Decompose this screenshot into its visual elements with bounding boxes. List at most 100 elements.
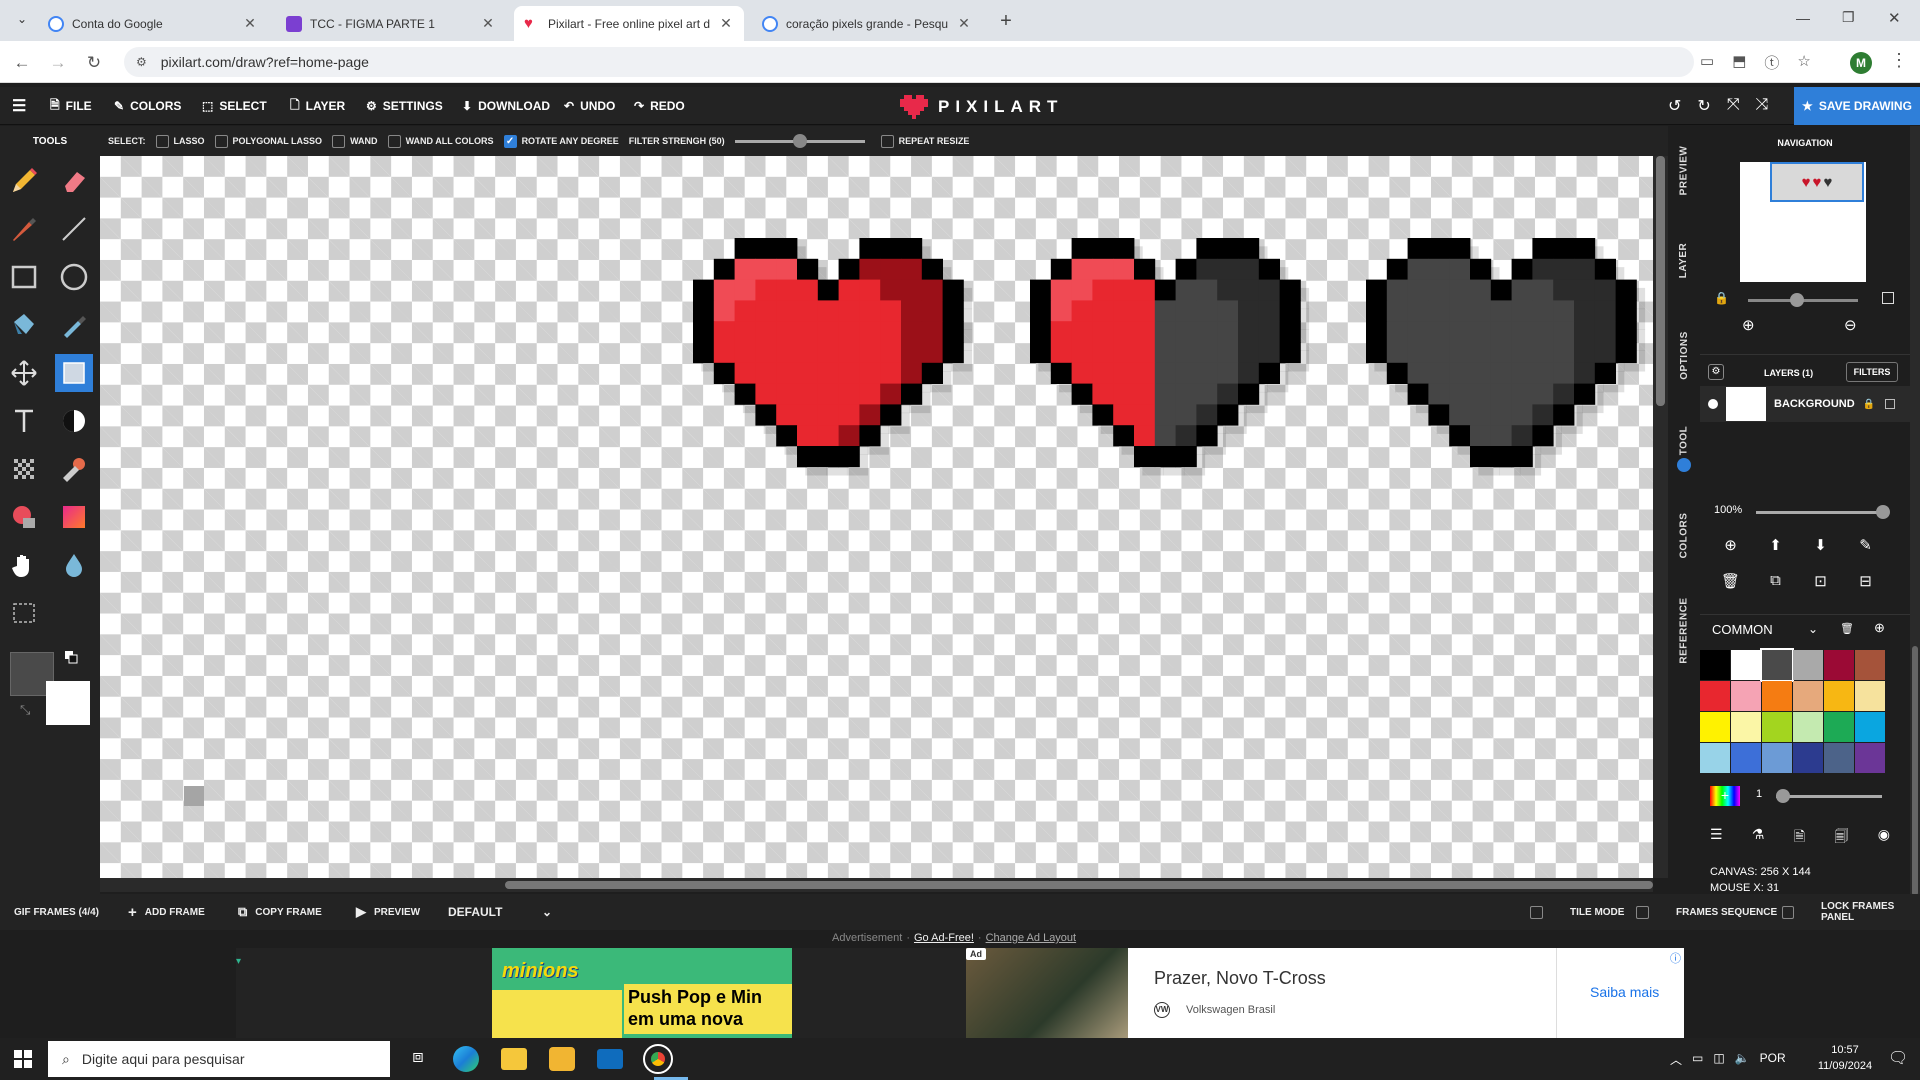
gif-frames-label[interactable]: GIF FRAMES (4/4) [14, 907, 99, 918]
network-icon[interactable]: ◫ [1713, 1051, 1724, 1068]
close-icon[interactable]: ✕ [480, 15, 496, 32]
palette-swatch[interactable] [1793, 743, 1823, 773]
wand-all-colors-checkbox[interactable] [387, 134, 401, 148]
eyedropper-tool[interactable] [55, 306, 93, 344]
layer-opacity-slider[interactable] [1756, 505, 1890, 519]
repeat-resize-option[interactable]: REPEAT RESIZE [880, 134, 969, 148]
restore-button[interactable]: ❐ [1842, 9, 1855, 26]
copy-frame-button[interactable]: ⧉ COPY FRAME [238, 904, 322, 920]
select-tool-active[interactable] [55, 354, 93, 392]
stamp-tool[interactable] [55, 450, 93, 488]
palette-swatch[interactable] [1793, 681, 1823, 711]
forward-icon[interactable]: → [48, 53, 68, 73]
close-icon[interactable]: ✕ [718, 15, 734, 32]
palette-swatch[interactable] [1762, 743, 1792, 773]
close-window-button[interactable]: ✕ [1888, 9, 1901, 27]
install-icon[interactable]: ⬒ [1732, 52, 1746, 73]
palette-swatch[interactable] [1793, 650, 1823, 680]
move-tool[interactable] [5, 354, 43, 392]
shade-tool[interactable] [55, 402, 93, 440]
wand-checkbox[interactable] [332, 134, 346, 148]
crop-tool[interactable] [5, 594, 43, 632]
tab-layer[interactable]: LAYER [1668, 225, 1700, 295]
palette-swatch[interactable] [1793, 712, 1823, 742]
scroll-thumb[interactable] [1656, 156, 1665, 406]
menu-layer[interactable]: 🗋 LAYER [290, 87, 345, 125]
layer-row-background[interactable]: BACKGROUND 🔒 [1700, 386, 1910, 422]
reset-colors-icon[interactable]: ⤡ [20, 702, 30, 718]
browser-tab-search[interactable]: coração pixels grande - Pesquis ✕ [752, 6, 982, 41]
palette-swatch[interactable] [1731, 743, 1761, 773]
lock-frames-checkbox[interactable] [1782, 905, 1794, 919]
add-frame-button[interactable]: + ADD FRAME [128, 904, 205, 921]
scroll-thumb[interactable] [505, 881, 1653, 889]
merge-layer-icon[interactable]: ⊡ [1798, 572, 1843, 590]
rotate-any-degree-option[interactable]: ✓ ROTATE ANY DEGREE [503, 134, 619, 148]
filter-strength-slider[interactable] [734, 133, 865, 148]
horizontal-scrollbar[interactable] [100, 878, 1653, 892]
browser-tab-tcc[interactable]: TCC - FIGMA PARTE 1 ✕ [276, 6, 506, 41]
rotate-right-icon[interactable]: ↻ [1697, 96, 1710, 116]
palette-swatch[interactable] [1700, 681, 1730, 711]
clock[interactable]: 10:57 11/09/2024 [1812, 1042, 1878, 1074]
menu-file[interactable]: 🗎 FILE [50, 87, 92, 125]
hand-tool[interactable] [5, 546, 43, 584]
display-icon[interactable]: ▭ [1692, 1051, 1703, 1068]
new-tab-button[interactable]: + [994, 10, 1018, 34]
lock-frames-option[interactable]: LOCK FRAMES PANEL [1782, 901, 1920, 923]
menu-download[interactable]: ⬇ DOWNLOAD [462, 87, 550, 125]
chrome-icon[interactable] [643, 1044, 673, 1074]
flask-icon[interactable]: ⚗ [1752, 826, 1765, 850]
edit-layer-icon[interactable]: ✎ [1843, 536, 1888, 554]
brush-tool[interactable] [5, 210, 43, 248]
line-tool[interactable] [55, 210, 93, 248]
duplicate-layer-icon[interactable]: ⧉ [1753, 572, 1798, 590]
go-ad-free-link[interactable]: Go Ad-Free! [914, 932, 974, 944]
ad-slot-right[interactable]: Ad Prazer, Novo T-Cross VW Volkswagen Br… [966, 948, 1684, 1038]
zoom-out-icon[interactable]: ⊖ [1844, 316, 1857, 334]
shuffle-icon[interactable]: ⤨ [1756, 96, 1769, 116]
tile-mode-checkbox[interactable] [1530, 905, 1543, 919]
menu-settings[interactable]: ⚙ SETTINGS [366, 87, 443, 125]
delete-palette-icon[interactable]: 🗑 [1840, 622, 1854, 635]
settings-icon[interactable]: ◉ [1878, 826, 1890, 850]
minimize-button[interactable]: — [1796, 10, 1810, 26]
profile-avatar[interactable]: M [1850, 52, 1872, 74]
wand-all-colors-option[interactable]: WAND ALL COLORS [387, 134, 494, 148]
palette-swatch[interactable] [1762, 681, 1792, 711]
lasso-option[interactable]: LASSO [155, 134, 205, 148]
repeat-resize-checkbox[interactable] [880, 134, 894, 148]
palette-name[interactable]: COMMON [1712, 622, 1773, 637]
mail-icon[interactable] [597, 1049, 623, 1069]
notifications-icon[interactable]: 🗨 [1888, 1048, 1908, 1068]
rotate-left-icon[interactable]: ↺ [1668, 96, 1681, 116]
palette-swatch[interactable] [1824, 681, 1854, 711]
language-indicator[interactable]: POR [1760, 1051, 1786, 1068]
lock-icon[interactable]: 🔒 [1863, 399, 1875, 410]
taskbar-search-field[interactable]: ⌕ Digite aqui para pesquisar [48, 1041, 390, 1077]
viewport-indicator[interactable]: ♥ ♥ ♥ [1770, 162, 1864, 202]
palette-swatch[interactable] [1731, 650, 1761, 680]
polygonal-lasso-option[interactable]: POLYGONAL LASSO [214, 134, 322, 148]
slider-handle[interactable] [1776, 789, 1790, 803]
ad-info-icon[interactable]: ⓘ [1670, 950, 1681, 966]
move-down-icon[interactable]: ⬇ [1798, 536, 1843, 554]
tab-options[interactable]: OPTIONS [1668, 310, 1700, 400]
dither-tool[interactable] [5, 450, 43, 488]
lock-icon[interactable]: 🔒 [1714, 291, 1729, 305]
secondary-color-swatch[interactable] [46, 681, 90, 725]
add-layer-icon[interactable]: ⊕ [1708, 536, 1753, 554]
menu-select[interactable]: ⬚ SELECT [202, 87, 267, 125]
edge-icon[interactable] [453, 1046, 479, 1072]
ad-title[interactable]: Prazer, Novo T-Cross [1154, 968, 1326, 989]
palette-swatch[interactable] [1855, 743, 1885, 773]
site-info-icon[interactable]: ⚙ [136, 55, 147, 69]
add-palette-icon[interactable]: ⊕ [1874, 620, 1885, 636]
layer-visibility-icon[interactable] [1708, 399, 1718, 409]
flip-icon[interactable]: ⤧ [1727, 96, 1740, 116]
task-view-icon[interactable]: ⧈ [405, 1046, 431, 1072]
windows-start-icon[interactable] [14, 1050, 32, 1068]
ad-choice-icon[interactable]: ▾ [236, 956, 241, 967]
slider-handle[interactable] [1876, 505, 1890, 519]
import-icon[interactable]: 🗎 [1794, 826, 1805, 850]
